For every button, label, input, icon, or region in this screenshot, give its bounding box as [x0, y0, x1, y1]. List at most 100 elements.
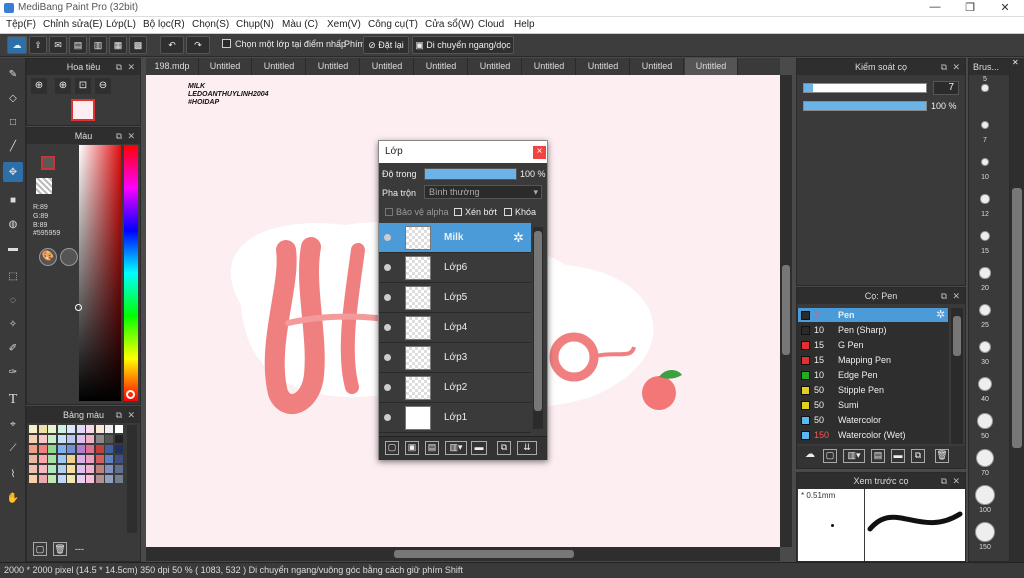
zoom-in-icon[interactable]: ⊕ — [55, 78, 71, 94]
visibility-eye-icon[interactable] — [384, 354, 391, 361]
palette-swatch[interactable] — [67, 475, 75, 483]
brush-item[interactable]: 150 Watercolor (Wet) — [798, 428, 948, 443]
brush-size-field[interactable]: 7 — [933, 81, 959, 95]
fg-color-swatch[interactable] — [41, 156, 55, 170]
tab-untitled[interactable]: Untitled — [577, 58, 630, 75]
restore-button[interactable]: ❐ — [955, 1, 985, 14]
palette-swatch[interactable] — [114, 465, 123, 473]
tab-untitled[interactable]: Untitled — [469, 58, 522, 75]
close-icon[interactable]: ✕ — [952, 473, 960, 489]
palette-swatch[interactable] — [57, 455, 66, 463]
layer-window-close[interactable]: × — [533, 146, 546, 159]
palette-swatch[interactable] — [95, 455, 104, 463]
right-scrollbar[interactable]: ✕ — [1010, 58, 1024, 562]
palette-swatch[interactable] — [114, 475, 123, 483]
palette-swatch[interactable] — [86, 465, 94, 473]
close-button[interactable]: ✕ — [990, 1, 1020, 14]
saturation-value-picker[interactable] — [79, 145, 121, 401]
brush-list-scrollbar[interactable] — [951, 308, 963, 444]
palette-swatch[interactable] — [67, 425, 75, 433]
palette-icon[interactable]: 🎨 — [39, 248, 57, 266]
palette-swatch[interactable] — [29, 425, 37, 433]
tab-198-mdp[interactable]: 198.mdp — [146, 58, 199, 75]
palette-swatch[interactable] — [48, 465, 56, 473]
navigator-thumbnail[interactable] — [71, 99, 95, 121]
duplicate-layer-icon[interactable]: ⧉ — [497, 441, 511, 455]
palette-swatch[interactable] — [76, 475, 85, 483]
fit-icon[interactable]: ⊡ — [75, 78, 91, 94]
visibility-eye-icon[interactable] — [384, 384, 391, 391]
duplicate-brush-icon[interactable]: ⧉ — [911, 449, 925, 463]
folder-icon[interactable]: ▬ — [471, 441, 487, 455]
palette-swatch[interactable] — [57, 435, 66, 443]
move-tool-icon[interactable]: ✥ — [3, 162, 23, 182]
palette-swatch[interactable] — [105, 475, 113, 483]
right-scroll-thumb[interactable] — [1012, 188, 1022, 448]
layer-row[interactable]: Lớp3 — [379, 343, 531, 373]
menu-edit[interactable]: Chỉnh sửa(E) — [43, 19, 103, 30]
new-brush-icon[interactable]: ▢ — [823, 449, 837, 463]
palette-swatch[interactable] — [86, 455, 94, 463]
layer-scrollbar[interactable] — [533, 227, 543, 429]
palette-swatch[interactable] — [29, 455, 37, 463]
palette-swatch[interactable] — [86, 425, 94, 433]
tab-untitled-active[interactable]: Untitled — [685, 58, 738, 75]
palette-swatch[interactable] — [105, 425, 113, 433]
layer-row-milk[interactable]: Milk ✲ — [379, 223, 531, 253]
eraser-tool-icon[interactable]: ◇ — [3, 88, 23, 108]
menu-layer[interactable]: Lớp(L) — [106, 19, 136, 30]
protect-alpha-checkbox[interactable] — [385, 208, 393, 216]
operation-tool-icon[interactable]: ⌖ — [3, 414, 23, 434]
layer-row[interactable]: Lớp2 — [379, 373, 531, 403]
palette-swatch[interactable] — [114, 425, 123, 433]
brush-size-option[interactable] — [980, 231, 990, 241]
palette-swatch[interactable] — [38, 475, 47, 483]
tab-untitled[interactable]: Untitled — [307, 58, 360, 75]
tab-untitled[interactable]: Untitled — [523, 58, 576, 75]
popout-icon[interactable]: ⧉ — [941, 288, 947, 304]
palette-swatch[interactable] — [86, 435, 94, 443]
comment-icon[interactable]: ✉ — [49, 36, 67, 54]
gradient-tool-icon[interactable]: ▬ — [3, 238, 23, 258]
shape-tool-icon[interactable]: □ — [3, 112, 23, 132]
delete-brush-icon[interactable]: 🗑 — [935, 449, 949, 463]
palette-swatch[interactable] — [105, 455, 113, 463]
menu-filter[interactable]: Bộ lọc(R) — [143, 19, 185, 30]
cloud-brush-icon[interactable]: ☁ — [803, 449, 817, 463]
palette-swatch[interactable] — [48, 455, 56, 463]
divide-tool-icon[interactable]: ⟋ — [3, 438, 23, 458]
brush-item[interactable]: 10 Pen (Sharp) — [798, 323, 948, 338]
add-layer-menu-icon[interactable]: ▥▾ — [445, 441, 467, 455]
palette-swatch[interactable] — [38, 445, 47, 453]
new-palette-icon[interactable]: ▢ — [33, 542, 47, 556]
palette-swatch[interactable] — [67, 455, 75, 463]
horizontal-scrollbar[interactable] — [146, 547, 780, 561]
hue-slider[interactable] — [124, 145, 138, 401]
menu-capture[interactable]: Chụp(N) — [236, 19, 274, 30]
menu-color[interactable]: Màu (C) — [282, 19, 318, 30]
grid-icon[interactable]: ▩ — [129, 36, 147, 54]
close-icon[interactable]: ✕ — [952, 59, 960, 75]
palette-swatch[interactable] — [48, 445, 56, 453]
palette-swatch[interactable] — [67, 435, 75, 443]
brush-size-option[interactable] — [975, 485, 995, 505]
vertical-scroll-thumb[interactable] — [782, 265, 790, 355]
palette-swatch[interactable] — [114, 445, 123, 453]
palette-swatch[interactable] — [105, 465, 113, 473]
close-icon[interactable]: ✕ — [127, 407, 135, 423]
new-halftone-layer-icon[interactable]: ▣ — [405, 441, 419, 455]
palette-swatch[interactable] — [38, 425, 47, 433]
brush-item[interactable]: 15 G Pen — [798, 338, 948, 353]
palette-swatch[interactable] — [29, 445, 37, 453]
undo-icon[interactable]: ↶ — [160, 36, 184, 54]
brush-size-option[interactable] — [981, 84, 989, 92]
hue-cursor[interactable] — [126, 390, 135, 399]
reset-button[interactable]: ⊘ Đặt lại — [363, 36, 409, 54]
sv-cursor[interactable] — [75, 304, 82, 311]
popout-icon[interactable]: ⧉ — [116, 407, 122, 423]
close-icon[interactable]: ✕ — [127, 128, 135, 144]
vertical-scrollbar[interactable] — [780, 75, 792, 547]
palette-swatch[interactable] — [57, 445, 66, 453]
select-pen-icon[interactable]: ✐ — [3, 338, 23, 358]
horizontal-scroll-thumb[interactable] — [394, 550, 574, 558]
